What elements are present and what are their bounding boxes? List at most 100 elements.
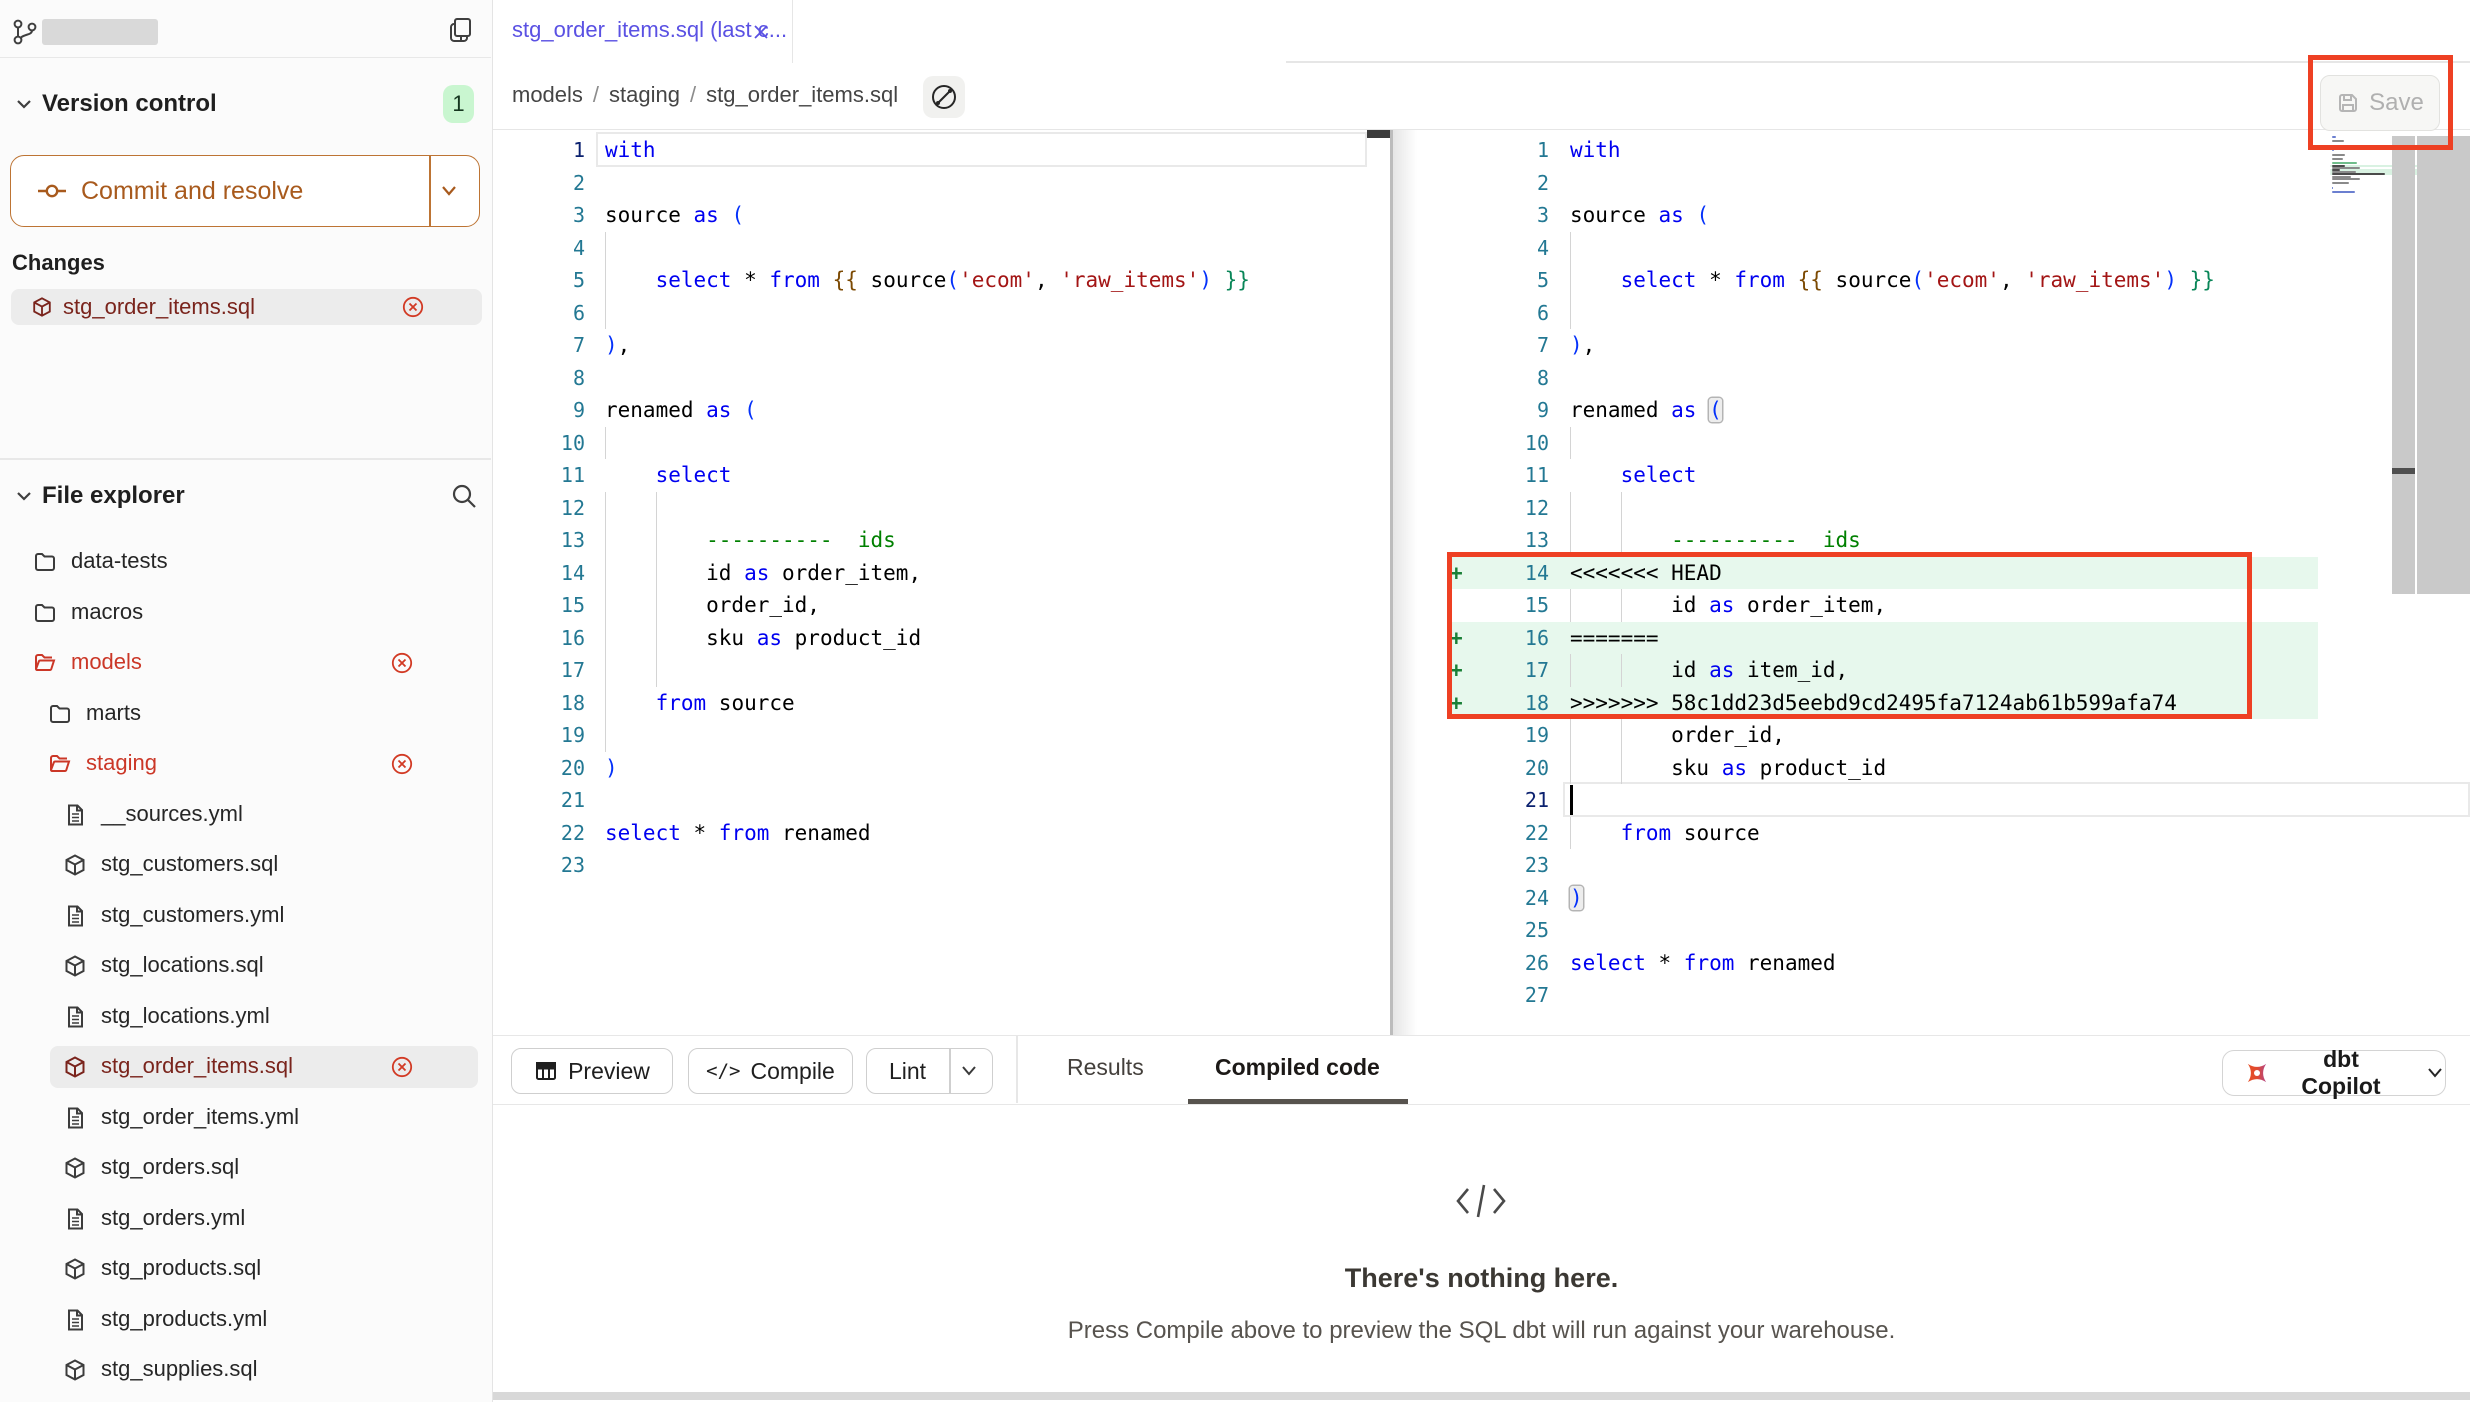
- file-item-label: stg_products.yml: [101, 1306, 267, 1332]
- editor-scrollbar-thumb[interactable]: [2392, 468, 2415, 474]
- preview-button[interactable]: Preview: [511, 1048, 673, 1094]
- code-line-22: select * from renamed: [605, 817, 871, 850]
- code-line-20: sku as product_id: [1570, 752, 1886, 785]
- line-number: 21: [1509, 784, 1549, 817]
- indent-guide: [605, 232, 606, 265]
- doc-icon: [63, 1207, 87, 1231]
- file-item-label: stg_order_items.sql: [101, 1053, 293, 1079]
- file-item-stg-products-sql[interactable]: stg_products.sql: [0, 1244, 491, 1294]
- breadcrumb-file[interactable]: stg_order_items.sql: [706, 82, 898, 107]
- file-tree: data-tests macrosmodelsmartsstaging__sour…: [0, 532, 491, 1402]
- chevron-down-icon[interactable]: [14, 94, 34, 114]
- file-item--sources-yml[interactable]: __sources.yml: [0, 790, 491, 840]
- file-item-label: stg_locations.yml: [101, 1003, 270, 1029]
- preview-table-icon: [534, 1059, 558, 1083]
- file-item-label: data-tests: [71, 548, 168, 574]
- file-item-stg-locations-sql[interactable]: stg_locations.sql: [0, 941, 491, 991]
- line-number: 2: [1509, 167, 1549, 200]
- sidebar-header: [0, 0, 491, 58]
- conflict-x-circle-icon[interactable]: [391, 1056, 413, 1078]
- file-item-models[interactable]: models: [0, 638, 491, 688]
- code-line-5: select * from {{ source('ecom', 'raw_ite…: [605, 264, 1250, 297]
- tab-bar: stg_order_items.sql (last c...: [493, 0, 2470, 63]
- indent-guide: [1570, 492, 1571, 525]
- model-icon: [63, 954, 87, 978]
- tab-stg-order-items[interactable]: stg_order_items.sql (last c...: [493, 0, 793, 63]
- line-number: 24: [1509, 882, 1549, 915]
- file-item-marts[interactable]: marts: [0, 689, 491, 739]
- line-number: 21: [545, 784, 585, 817]
- conflict-x-circle-icon[interactable]: [391, 652, 413, 674]
- copy-files-icon[interactable]: [447, 16, 475, 44]
- file-item-stg-products-yml[interactable]: stg_products.yml: [0, 1295, 491, 1345]
- tab-close-icon[interactable]: [751, 22, 771, 42]
- tab-compiled-code[interactable]: Compiled code: [1215, 1054, 1380, 1081]
- file-item-stg-orders-yml[interactable]: stg_orders.yml: [0, 1194, 491, 1244]
- file-item-macros[interactable]: macros: [0, 588, 491, 638]
- changes-label: Changes: [12, 250, 105, 276]
- indent-guide: [1570, 232, 1571, 265]
- file-item-stg-customers-yml[interactable]: stg_customers.yml: [0, 891, 491, 941]
- line-number: 5: [545, 264, 585, 297]
- tab-label: stg_order_items.sql (last c...: [512, 17, 787, 43]
- file-item-stg-customers-sql[interactable]: stg_customers.sql: [0, 840, 491, 890]
- code-line-18: from source: [605, 687, 795, 720]
- indent-guide: [605, 654, 606, 687]
- breadcrumb: models/staging/stg_order_items.sql: [493, 63, 2470, 130]
- indent-guide: [605, 297, 606, 330]
- horizontal-scrollbar[interactable]: [493, 1392, 2470, 1400]
- model-icon: [63, 1257, 87, 1281]
- line-number: 20: [545, 752, 585, 785]
- commit-dropdown-chevron-icon[interactable]: [438, 182, 460, 200]
- file-item-stg-supplies-sql[interactable]: stg_supplies.sql: [0, 1345, 491, 1395]
- lineage-icon[interactable]: [923, 76, 965, 118]
- divider: [0, 458, 491, 460]
- changed-file-row[interactable]: stg_order_items.sql: [11, 289, 482, 325]
- doc-icon: [63, 1106, 87, 1130]
- code-line-20: ): [605, 752, 618, 785]
- compile-button[interactable]: </> Compile: [688, 1048, 853, 1094]
- folder-icon: [33, 601, 57, 625]
- file-item-stg-order-items-sql[interactable]: stg_order_items.sql: [0, 1042, 491, 1092]
- folder-icon: [48, 702, 72, 726]
- line-number: 7: [545, 329, 585, 362]
- save-button[interactable]: Save: [2320, 75, 2440, 131]
- conflict-x-circle-icon[interactable]: [402, 296, 424, 318]
- window-scrollbar[interactable]: [2417, 136, 2470, 594]
- file-item-stg-order-items-yml[interactable]: stg_order_items.yml: [0, 1093, 491, 1143]
- editor-toolbar: Preview </> Compile Lint Results Compile…: [493, 1035, 2470, 1105]
- editor-pane-left[interactable]: 1with23source as (45 select * from {{ so…: [493, 130, 1390, 1035]
- file-item-data-tests[interactable]: data-tests: [0, 537, 491, 587]
- editor-pane-right[interactable]: 1with23source as (45 select * from {{ so…: [1393, 130, 2470, 1035]
- line-number: 12: [545, 492, 585, 525]
- left-editor-scrollbar-thumb[interactable]: [1367, 130, 1390, 138]
- file-item-stg-locations-yml[interactable]: stg_locations.yml: [0, 992, 491, 1042]
- conflict-annotation-red-box: [1447, 552, 2252, 719]
- editor-scrollbar-track[interactable]: [2392, 136, 2415, 594]
- breadcrumb-staging[interactable]: staging: [609, 82, 680, 107]
- line-number: 27: [1509, 979, 1549, 1012]
- toolbar-divider: [1016, 1036, 1018, 1103]
- commit-and-resolve-button[interactable]: Commit and resolve: [10, 155, 480, 227]
- line-number: 23: [545, 849, 585, 882]
- copilot-chevron-icon: [2425, 1065, 2445, 1081]
- file-item-stg-orders-sql[interactable]: stg_orders.sql: [0, 1143, 491, 1193]
- tab-results[interactable]: Results: [1067, 1054, 1144, 1081]
- dbt-copilot-button[interactable]: dbt Copilot: [2222, 1050, 2446, 1096]
- breadcrumb-models[interactable]: models: [512, 82, 583, 107]
- line-number: 5: [1509, 264, 1549, 297]
- chevron-down-icon[interactable]: [14, 486, 34, 506]
- file-item-staging[interactable]: staging: [0, 739, 491, 789]
- line-number: 8: [545, 362, 585, 395]
- file-item-label: stg_locations.sql: [101, 952, 264, 978]
- commit-icon: [37, 180, 67, 202]
- line-number: 4: [545, 232, 585, 265]
- code-line-11: select: [605, 459, 731, 492]
- branch-name-placeholder: [42, 19, 158, 45]
- line-number: 16: [545, 622, 585, 655]
- conflict-x-circle-icon[interactable]: [391, 753, 413, 775]
- line-number: 12: [1509, 492, 1549, 525]
- git-branch-icon: [12, 17, 38, 47]
- search-icon[interactable]: [450, 482, 478, 510]
- lint-dropdown-chevron-icon[interactable]: [959, 1063, 979, 1079]
